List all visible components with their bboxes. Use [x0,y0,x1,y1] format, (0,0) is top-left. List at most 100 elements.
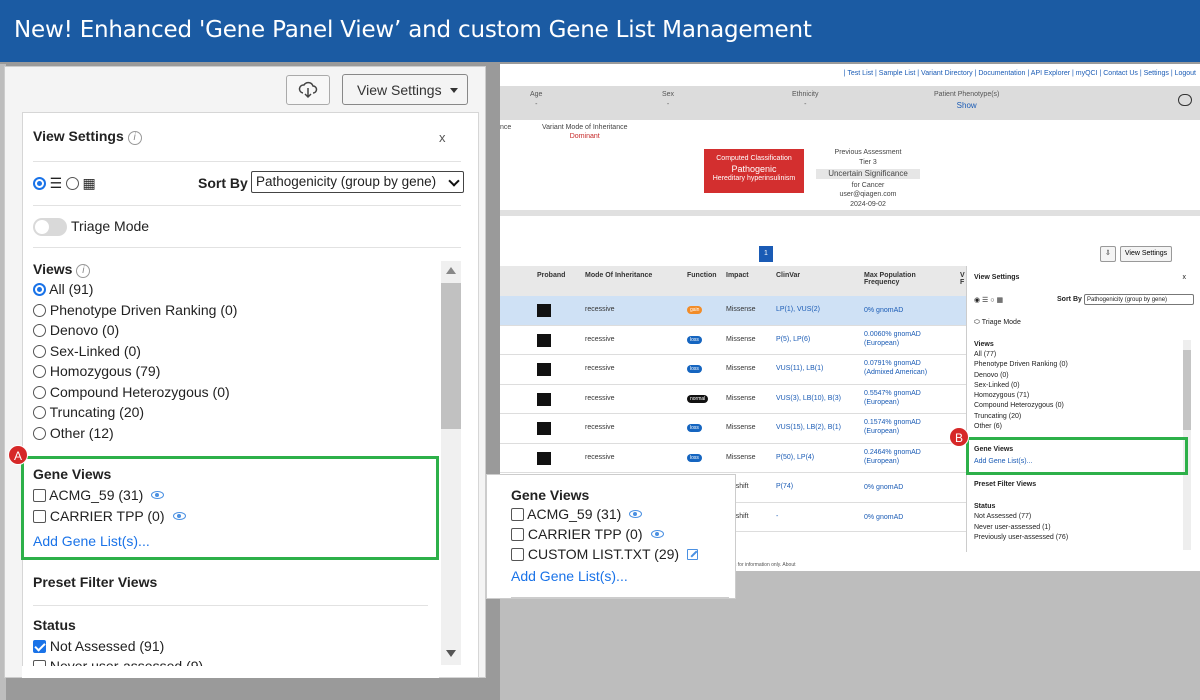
checkbox[interactable] [511,528,524,541]
radio[interactable] [33,324,46,337]
scroll-thumb[interactable] [441,283,461,429]
mini-view-option[interactable]: Compound Heterozygous (0) [974,401,1068,411]
mini-view-toggle[interactable]: ◉ ☰ ○ ▦ [974,296,1003,304]
mini-view-option[interactable]: Sex-Linked (0) [974,381,1068,391]
info-icon[interactable]: i [127,131,142,145]
checkbox-checked[interactable] [33,640,46,653]
clinvar-link[interactable]: P(50), LP(4) [776,454,814,461]
close-icon[interactable]: x [439,130,446,145]
radio[interactable] [33,426,46,440]
zoom-gene-item[interactable]: CUSTOM LIST.TXT (29) [511,544,699,564]
zoom-gene-list: ACMG_59 (31) CARRIER TPP (0) CUSTOM LIST… [511,504,699,586]
col-moi[interactable]: Mode Of Inheritance [585,272,652,279]
table-row[interactable]: recessive gain Missense LP(1), VUS(2) 0% gno… [500,296,970,326]
proband-icon [537,333,551,347]
phenotype-label: Patient Phenotype(s) [934,91,1000,98]
frequency-cell[interactable]: 0% gnomAD [864,483,903,492]
radio[interactable] [33,385,46,399]
frequency-cell[interactable]: 0.5547% gnomAD (European) [864,389,921,407]
table-row[interactable]: recessive loss Missense P(5), LP(6) 0.0060% … [500,326,970,355]
radio[interactable] [33,283,46,296]
triage-mode-toggle[interactable] [33,218,67,236]
grid-view-radio[interactable] [65,177,79,190]
view-option[interactable]: Homozygous (79) [33,361,237,382]
frequency-cell[interactable]: 0.0791% gnomAD (Admixed American) [864,359,927,377]
previous-tier: Tier 3 [859,158,877,166]
col-impact[interactable]: Impact [726,272,749,279]
frequency-cell[interactable]: 0.0060% gnomAD (European) [864,330,921,348]
views-heading-text: Views [33,261,73,277]
frequency-cell[interactable]: 0% gnomAD [864,513,903,522]
chat-icon[interactable] [1178,94,1192,106]
sort-by-label: Sort By [198,175,248,191]
edit-icon[interactable] [687,549,699,560]
checkbox[interactable] [511,508,524,521]
mini-view-option[interactable]: Homozygous (71) [974,391,1068,401]
view-settings-button[interactable]: View Settings [342,74,468,105]
views-info-icon[interactable]: i [76,264,91,278]
view-option[interactable]: Sex-Linked (0) [33,341,237,362]
download-button[interactable] [286,75,330,105]
clinvar-link[interactable]: VUS(11), LB(1) [776,365,823,372]
view-option[interactable]: Other (12) [33,423,237,444]
mini-status-option[interactable]: Previously user-assessed (76) [974,533,1068,544]
clinvar-link[interactable]: - [776,513,778,520]
mini-view-option[interactable]: Other (6) [974,422,1068,432]
table-row[interactable]: recessive normal Missense VUS(3), LB(10), B… [500,385,970,414]
col-proband[interactable]: Proband [537,272,565,279]
view-option[interactable]: Truncating (20) [33,402,237,423]
zoom-add-gene-link[interactable]: Add Gene List(s)... [511,566,698,586]
eye-icon[interactable] [629,510,643,518]
view-option[interactable]: Denovo (0) [33,320,237,341]
table-row[interactable]: recessive loss Missense VUS(11), LB(1) 0.079… [500,355,970,385]
variant-mode-label: Variant Mode of Inheritance [542,124,628,131]
frequency-cell[interactable]: 0.1574% gnomAD (European) [864,418,921,436]
view-option[interactable]: Phenotype Driven Ranking (0) [33,300,237,321]
frequency-cell[interactable]: 0% gnomAD [864,306,903,315]
mini-triage[interactable]: ⬭ Triage Mode [974,319,1021,327]
table-row[interactable]: recessive loss Missense P(50), LP(4) 0.2464%… [500,444,970,473]
clinvar-link[interactable]: VUS(3), LB(10), B(3) [776,395,841,402]
mini-view-option[interactable]: Denovo (0) [974,371,1068,381]
frequency-cell[interactable]: 0.2464% gnomAD (European) [864,448,921,466]
mini-sort-select[interactable]: Pathogenicity (group by gene) [1084,294,1194,305]
clinvar-link[interactable]: VUS(15), LB(2), B(1) [776,424,841,431]
checkbox[interactable] [511,548,524,561]
download-icon[interactable]: ⇩ [1100,246,1116,262]
frequency-value: 0.0060% gnomAD [864,330,921,338]
col-function[interactable]: Function [687,272,717,279]
top-nav[interactable]: | Test List | Sample List | Variant Dire… [844,70,1196,77]
scroll-down-icon[interactable] [446,650,456,657]
mini-view-option[interactable]: Truncating (20) [974,412,1068,422]
table-row[interactable]: recessive loss Missense VUS(15), LB(2), B(1… [500,414,970,444]
status-item[interactable]: Not Assessed (91) [33,636,203,656]
mini-status-option[interactable]: Never user-assessed (1) [974,523,1068,534]
mini-view-option[interactable]: All (77) [974,350,1068,360]
clinvar-link[interactable]: LP(1), VUS(2) [776,306,820,313]
col-frequency[interactable]: Max Population Frequency [864,272,944,286]
view-option[interactable]: All (91) [33,279,237,300]
mini-scroll-thumb[interactable] [1183,350,1191,430]
clinvar-link[interactable]: P(5), LP(6) [776,336,810,343]
eye-icon[interactable] [650,530,664,538]
mini-status-option[interactable]: Not Assessed (77) [974,512,1068,523]
function-badge: loss [687,335,702,344]
small-view-settings-button[interactable]: View Settings [1119,246,1173,262]
sort-by-select[interactable]: Pathogenicity (group by gene) [251,171,464,193]
zoom-gene-item[interactable]: CARRIER TPP (0) [511,524,698,544]
radio[interactable] [33,406,46,419]
page-button[interactable]: 1 [759,246,773,262]
scroll-up-icon[interactable] [446,267,456,274]
radio[interactable] [33,344,46,358]
radio[interactable] [33,365,46,378]
phenotype-show-link[interactable]: Show [934,101,999,110]
mini-close-icon[interactable]: x [1183,274,1187,281]
radio[interactable] [33,303,46,317]
view-option[interactable]: Compound Heterozygous (0) [33,382,237,403]
clinvar-link[interactable]: P(74) [776,483,793,490]
panel-scrollbar[interactable] [441,261,461,665]
col-clinvar[interactable]: ClinVar [776,272,800,279]
zoom-gene-item[interactable]: ACMG_59 (31) [511,504,698,524]
list-view-radio[interactable] [33,177,46,190]
mini-view-option[interactable]: Phenotype Driven Ranking (0) [974,360,1068,370]
